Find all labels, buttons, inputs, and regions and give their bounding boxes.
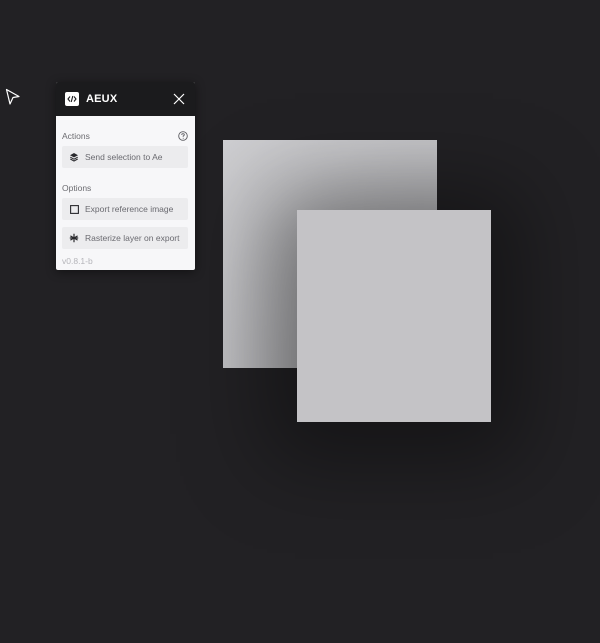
rasterize-layer-button[interactable]: Rasterize layer on export xyxy=(62,227,188,249)
send-selection-button[interactable]: Send selection to Ae xyxy=(62,146,188,168)
close-icon[interactable] xyxy=(173,93,185,105)
asterisk-icon xyxy=(69,233,79,243)
checkbox-icon[interactable] xyxy=(69,204,79,214)
aeux-panel: AEUX Actions Send selection to Ae Option… xyxy=(56,82,195,270)
rasterize-layer-label: Rasterize layer on export xyxy=(85,233,180,243)
arrow-cursor-icon xyxy=(5,88,20,105)
help-circle-icon[interactable] xyxy=(178,131,188,141)
options-label: Options xyxy=(62,183,92,193)
actions-label: Actions xyxy=(62,131,90,141)
layers-icon xyxy=(69,152,79,162)
canvas-rectangle-front[interactable] xyxy=(297,210,491,422)
export-reference-label: Export reference image xyxy=(85,204,174,214)
code-brackets-icon xyxy=(65,92,79,106)
export-reference-toggle[interactable]: Export reference image xyxy=(62,198,188,220)
panel-header[interactable]: AEUX xyxy=(56,82,195,116)
version-label: v0.8.1-b xyxy=(62,256,93,266)
panel-title: AEUX xyxy=(86,93,118,105)
send-selection-label: Send selection to Ae xyxy=(85,152,163,162)
